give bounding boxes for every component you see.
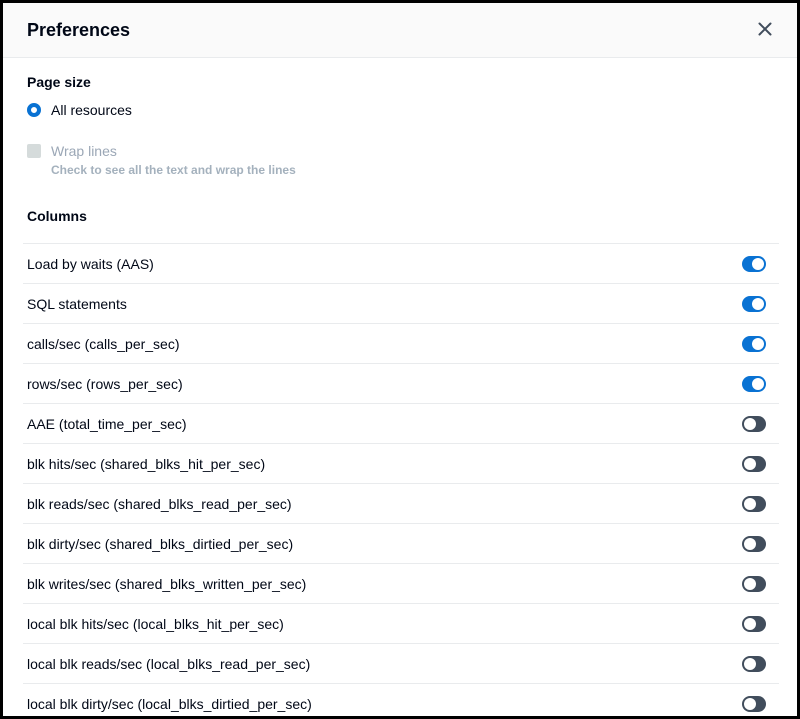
toggle-knob-icon bbox=[752, 258, 764, 270]
radio-selected-icon bbox=[27, 103, 41, 117]
column-toggle-off[interactable] bbox=[742, 616, 766, 632]
column-toggle-off[interactable] bbox=[742, 656, 766, 672]
radio-option-label: All resources bbox=[51, 100, 132, 120]
column-row: local blk hits/sec (local_blks_hit_per_s… bbox=[23, 603, 779, 643]
columns-list: Load by waits (AAS) SQL statements calls… bbox=[23, 243, 779, 719]
columns-label: Columns bbox=[27, 206, 773, 226]
modal-header: Preferences bbox=[3, 3, 797, 58]
checkbox-icon bbox=[27, 144, 41, 158]
wrap-lines-label: Wrap lines bbox=[51, 142, 117, 160]
column-toggle-off[interactable] bbox=[742, 536, 766, 552]
column-row-label: rows/sec (rows_per_sec) bbox=[27, 376, 183, 392]
column-row: calls/sec (calls_per_sec) bbox=[23, 323, 779, 363]
page-size-option-all-resources[interactable]: All resources bbox=[27, 100, 773, 120]
toggle-knob-icon bbox=[752, 338, 764, 350]
toggle-knob-icon bbox=[744, 458, 756, 470]
toggle-knob-icon bbox=[744, 698, 756, 710]
preferences-modal: Preferences Page size All resources Wrap… bbox=[0, 0, 800, 719]
column-toggle-on[interactable] bbox=[742, 376, 766, 392]
column-row: local blk dirty/sec (local_blks_dirtied_… bbox=[23, 683, 779, 719]
column-row: rows/sec (rows_per_sec) bbox=[23, 363, 779, 403]
column-toggle-off[interactable] bbox=[742, 456, 766, 472]
toggle-knob-icon bbox=[744, 538, 756, 550]
toggle-knob-icon bbox=[744, 418, 756, 430]
close-icon bbox=[757, 21, 773, 40]
column-row-label: calls/sec (calls_per_sec) bbox=[27, 336, 180, 352]
column-row: Load by waits (AAS) bbox=[23, 243, 779, 283]
modal-body: Page size All resources Wrap lines Check… bbox=[3, 72, 797, 719]
toggle-knob-icon bbox=[744, 618, 756, 630]
column-row-label: blk writes/sec (shared_blks_written_per_… bbox=[27, 576, 306, 592]
column-row-label: SQL statements bbox=[27, 296, 127, 312]
column-row: blk hits/sec (shared_blks_hit_per_sec) bbox=[23, 443, 779, 483]
column-row-label: Load by waits (AAS) bbox=[27, 256, 154, 272]
column-row: blk reads/sec (shared_blks_read_per_sec) bbox=[23, 483, 779, 523]
column-row-label: blk hits/sec (shared_blks_hit_per_sec) bbox=[27, 456, 265, 472]
column-toggle-off[interactable] bbox=[742, 696, 766, 712]
toggle-knob-icon bbox=[752, 378, 764, 390]
modal-title: Preferences bbox=[27, 20, 755, 41]
column-toggle-on[interactable] bbox=[742, 296, 766, 312]
wrap-lines-field: Wrap lines Check to see all the text and… bbox=[27, 142, 773, 178]
toggle-knob-icon bbox=[744, 498, 756, 510]
page-size-label: Page size bbox=[27, 72, 773, 92]
column-row: AAE (total_time_per_sec) bbox=[23, 403, 779, 443]
column-toggle-off[interactable] bbox=[742, 416, 766, 432]
column-row-label: blk dirty/sec (shared_blks_dirtied_per_s… bbox=[27, 536, 293, 552]
toggle-knob-icon bbox=[744, 578, 756, 590]
column-toggle-on[interactable] bbox=[742, 256, 766, 272]
wrap-lines-checkbox[interactable]: Wrap lines bbox=[27, 142, 773, 160]
toggle-knob-icon bbox=[752, 298, 764, 310]
column-row-label: blk reads/sec (shared_blks_read_per_sec) bbox=[27, 496, 292, 512]
column-row: local blk reads/sec (local_blks_read_per… bbox=[23, 643, 779, 683]
column-row-label: local blk reads/sec (local_blks_read_per… bbox=[27, 656, 310, 672]
column-toggle-off[interactable] bbox=[742, 576, 766, 592]
column-row: SQL statements bbox=[23, 283, 779, 323]
column-row-label: AAE (total_time_per_sec) bbox=[27, 416, 187, 432]
column-toggle-on[interactable] bbox=[742, 336, 766, 352]
wrap-lines-description: Check to see all the text and wrap the l… bbox=[51, 162, 773, 178]
column-row: blk dirty/sec (shared_blks_dirtied_per_s… bbox=[23, 523, 779, 563]
close-button[interactable] bbox=[755, 19, 775, 42]
column-toggle-off[interactable] bbox=[742, 496, 766, 512]
column-row-label: local blk hits/sec (local_blks_hit_per_s… bbox=[27, 616, 284, 632]
column-row-label: local blk dirty/sec (local_blks_dirtied_… bbox=[27, 696, 312, 712]
toggle-knob-icon bbox=[744, 658, 756, 670]
column-row: blk writes/sec (shared_blks_written_per_… bbox=[23, 563, 779, 603]
